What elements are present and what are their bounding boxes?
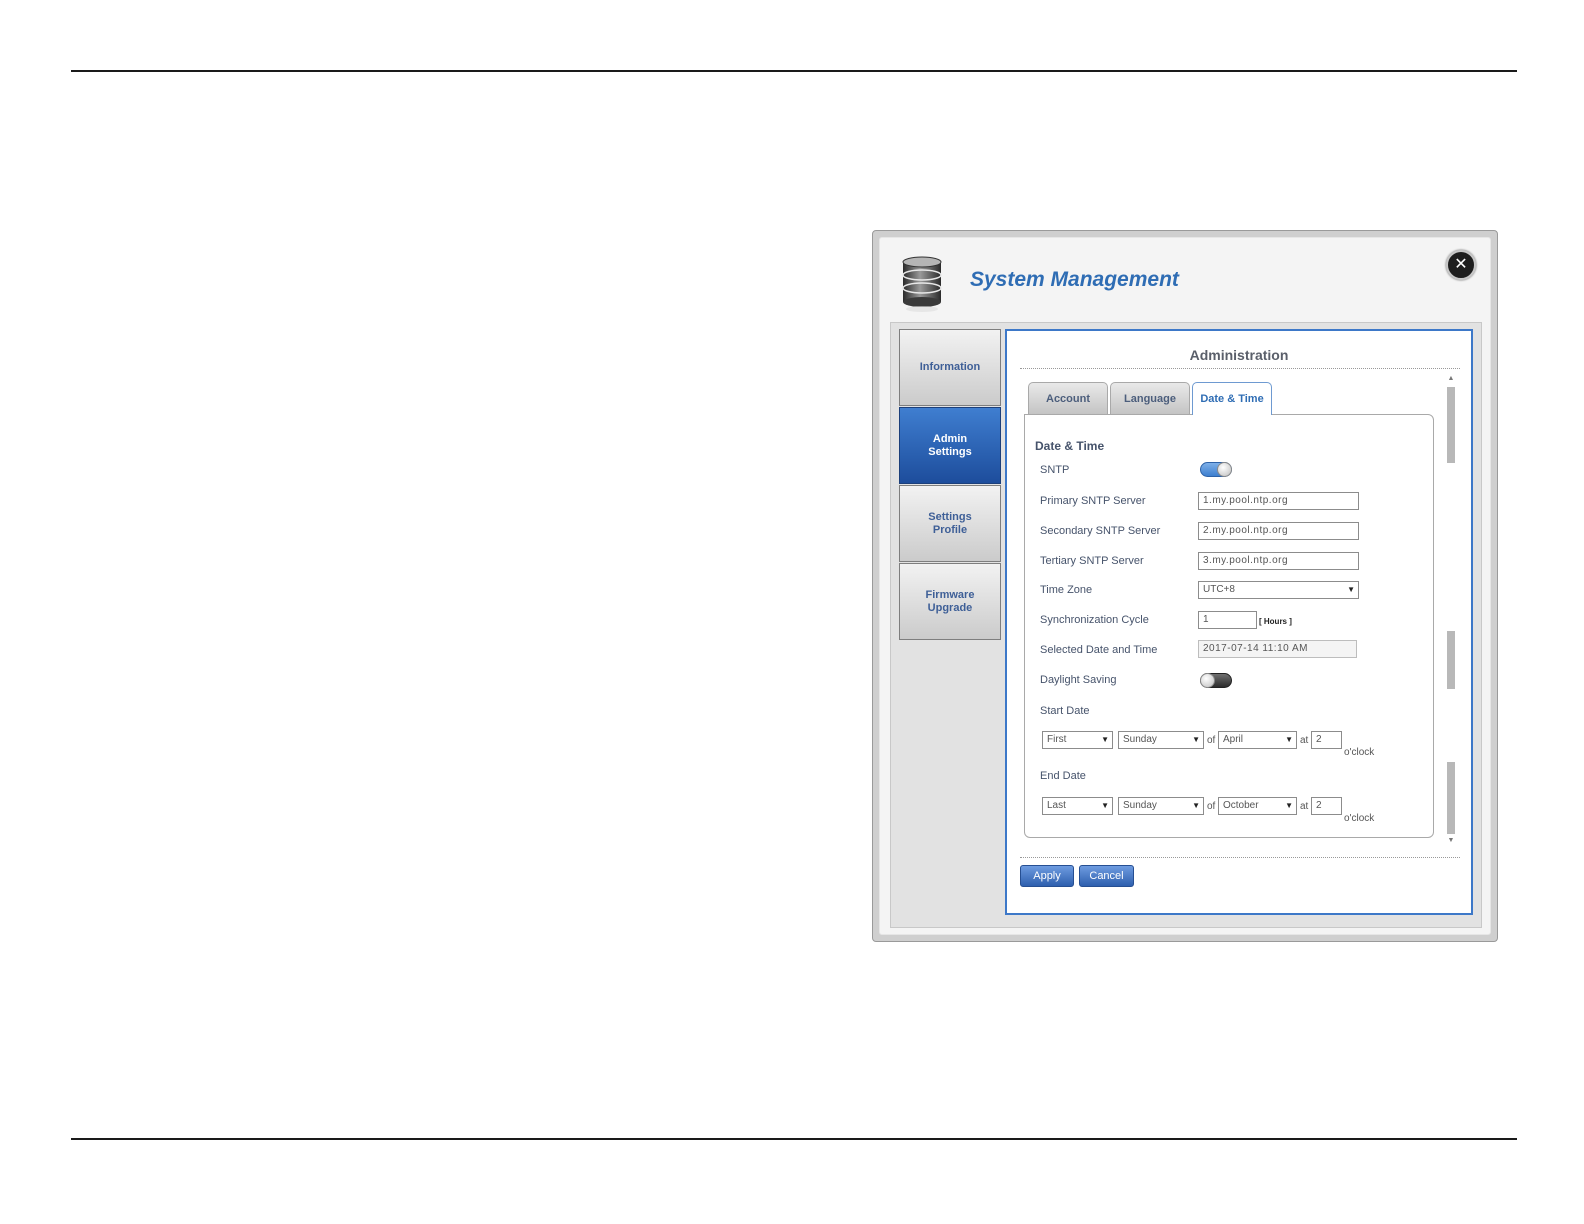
start-hour-input[interactable]: 2 bbox=[1311, 731, 1342, 749]
system-management-dialog: System Management ✕ Information Admin Se… bbox=[872, 230, 1498, 942]
oclock-label: o'clock bbox=[1344, 813, 1375, 824]
daylight-saving-label: Daylight Saving bbox=[1040, 674, 1117, 686]
sidebar-item-information[interactable]: Information bbox=[899, 329, 1001, 406]
chevron-down-icon: ▼ bbox=[1347, 585, 1355, 594]
chevron-down-icon: ▼ bbox=[1101, 735, 1109, 744]
tab-date-time[interactable]: Date & Time bbox=[1192, 382, 1272, 415]
at-label: at bbox=[1300, 801, 1309, 812]
chevron-down-icon: ▼ bbox=[1285, 801, 1293, 810]
side-nav: Information Admin Settings Settings Prof… bbox=[899, 329, 1001, 641]
scroll-up-icon[interactable]: ▲ bbox=[1445, 375, 1457, 382]
scroll-thumb[interactable] bbox=[1447, 387, 1455, 463]
chevron-down-icon: ▼ bbox=[1192, 801, 1200, 810]
tab-language[interactable]: Language bbox=[1110, 382, 1190, 414]
content-title: Administration bbox=[1189, 347, 1289, 363]
panel-scrollbar[interactable]: ▲ ▼ bbox=[1445, 375, 1457, 845]
at-label: at bbox=[1300, 735, 1309, 746]
cancel-button[interactable]: Cancel bbox=[1079, 865, 1134, 887]
of-label: of bbox=[1207, 735, 1216, 746]
selected-datetime-field: 2017-07-14 11:10 AM bbox=[1198, 640, 1357, 658]
of-label: of bbox=[1207, 801, 1216, 812]
tertiary-sntp-input[interactable]: 3.my.pool.ntp.org bbox=[1198, 552, 1359, 570]
sidebar-item-firmware-upgrade[interactable]: Firmware Upgrade bbox=[899, 563, 1001, 640]
scroll-thumb[interactable] bbox=[1447, 631, 1455, 689]
end-hour-input[interactable]: 2 bbox=[1311, 797, 1342, 815]
primary-sntp-input[interactable]: 1.my.pool.ntp.org bbox=[1198, 492, 1359, 510]
secondary-sntp-label: Secondary SNTP Server bbox=[1040, 525, 1161, 537]
administration-content: Administration Account Language Date & T… bbox=[1005, 329, 1473, 915]
time-zone-select[interactable]: UTC+8 ▼ bbox=[1198, 581, 1359, 599]
title-divider bbox=[1020, 368, 1460, 369]
page-bottom-rule bbox=[71, 1138, 1517, 1140]
oclock-label: o'clock bbox=[1344, 747, 1375, 758]
dialog-frame: System Management ✕ Information Admin Se… bbox=[879, 237, 1491, 935]
chevron-down-icon: ▼ bbox=[1192, 735, 1200, 744]
time-zone-value: UTC+8 bbox=[1203, 584, 1235, 595]
end-week-value: Last bbox=[1047, 800, 1066, 811]
sync-cycle-label: Synchronization Cycle bbox=[1040, 614, 1149, 626]
dialog-title: System Management bbox=[970, 268, 1179, 291]
end-date-label: End Date bbox=[1040, 770, 1086, 782]
end-week-select[interactable]: Last ▼ bbox=[1042, 797, 1113, 815]
sync-unit-label: [ Hours ] bbox=[1259, 617, 1292, 626]
end-month-value: October bbox=[1223, 800, 1259, 811]
start-week-select[interactable]: First ▼ bbox=[1042, 731, 1113, 749]
start-day-select[interactable]: Sunday ▼ bbox=[1118, 731, 1204, 749]
scroll-down-icon[interactable]: ▼ bbox=[1445, 837, 1457, 844]
page-top-rule bbox=[71, 70, 1517, 72]
toggle-knob bbox=[1217, 462, 1232, 477]
chevron-down-icon: ▼ bbox=[1285, 735, 1293, 744]
sync-cycle-input[interactable]: 1 bbox=[1198, 611, 1257, 629]
date-time-panel: Date & Time SNTP Primary SNTP Server 1.m… bbox=[1024, 414, 1434, 838]
close-icon[interactable]: ✕ bbox=[1446, 250, 1476, 280]
tab-account[interactable]: Account bbox=[1028, 382, 1108, 414]
database-icon bbox=[902, 256, 942, 312]
sidebar-item-admin-settings[interactable]: Admin Settings bbox=[899, 407, 1001, 484]
daylight-saving-toggle[interactable] bbox=[1200, 673, 1232, 688]
scroll-thumb[interactable] bbox=[1447, 762, 1455, 834]
selected-datetime-label: Selected Date and Time bbox=[1040, 644, 1158, 656]
chevron-down-icon: ▼ bbox=[1101, 801, 1109, 810]
sidebar-item-settings-profile[interactable]: Settings Profile bbox=[899, 485, 1001, 562]
start-month-value: April bbox=[1223, 734, 1244, 745]
primary-sntp-label: Primary SNTP Server bbox=[1040, 495, 1146, 507]
end-day-value: Sunday bbox=[1123, 800, 1157, 811]
end-month-select[interactable]: October ▼ bbox=[1218, 797, 1297, 815]
apply-button[interactable]: Apply bbox=[1020, 865, 1074, 887]
start-month-select[interactable]: April ▼ bbox=[1218, 731, 1297, 749]
start-date-label: Start Date bbox=[1040, 705, 1090, 717]
secondary-sntp-input[interactable]: 2.my.pool.ntp.org bbox=[1198, 522, 1359, 540]
toggle-knob bbox=[1200, 673, 1215, 688]
tertiary-sntp-label: Tertiary SNTP Server bbox=[1040, 555, 1144, 567]
time-zone-label: Time Zone bbox=[1040, 584, 1093, 596]
sntp-toggle[interactable] bbox=[1200, 462, 1232, 477]
dialog-body: Information Admin Settings Settings Prof… bbox=[890, 322, 1482, 928]
start-week-value: First bbox=[1047, 734, 1067, 745]
start-day-value: Sunday bbox=[1123, 734, 1157, 745]
sntp-label: SNTP bbox=[1040, 464, 1070, 476]
panel-heading: Date & Time bbox=[1035, 439, 1105, 453]
end-day-select[interactable]: Sunday ▼ bbox=[1118, 797, 1204, 815]
footer-divider bbox=[1020, 857, 1460, 858]
